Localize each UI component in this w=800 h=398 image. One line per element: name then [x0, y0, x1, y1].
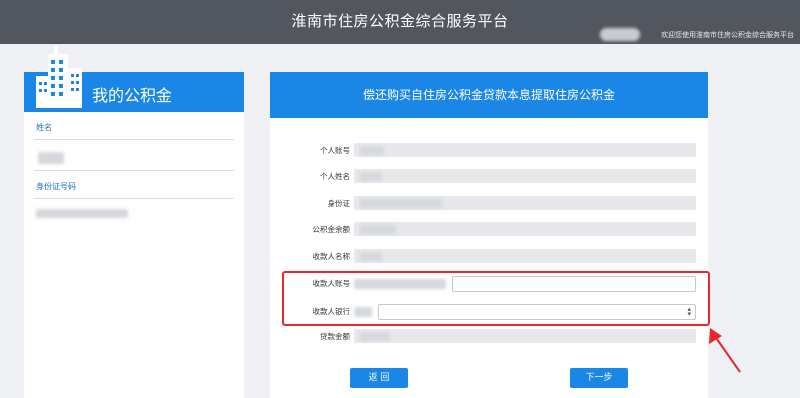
- personal-account-field: [354, 143, 696, 157]
- top-bar: 淮南市住房公积金综合服务平台 欢迎您使用淮南市住房公积金综合服务平台: [0, 0, 800, 44]
- loan-amount-field: [354, 329, 696, 343]
- divider: [34, 139, 234, 140]
- fund-balance-row: 公积金余额: [270, 222, 708, 238]
- field-label: 身份证: [327, 199, 351, 208]
- divider: [34, 170, 234, 171]
- sidebar: 我的公积金 姓名 身份证号码: [24, 46, 244, 398]
- sidebar-name-value: [38, 152, 64, 164]
- field-label: 公积金余额: [312, 225, 351, 234]
- payee-name-row: 收款人名称: [270, 249, 708, 265]
- sidebar-name-label: 姓名: [36, 123, 52, 132]
- sidebar-header: 我的公积金: [24, 46, 244, 112]
- field-value: [360, 332, 390, 341]
- field-label: 个人姓名: [320, 172, 350, 181]
- personal-name-field: [354, 169, 696, 183]
- field-value: [360, 199, 442, 208]
- field-value: [360, 225, 396, 234]
- id-card-row: 身份证: [270, 196, 708, 212]
- field-label: 收款人名称: [312, 252, 351, 261]
- field-label: 贷款金额: [320, 332, 350, 341]
- building-icon: [36, 46, 82, 108]
- sidebar-id-value: [36, 209, 128, 218]
- form-panel: 偿还购买自住房公积金贷款本息提取住房公积金 个人账号 个人姓名 身份证 公积金余…: [270, 72, 708, 398]
- user-avatar: [600, 28, 640, 41]
- form-title: 偿还购买自住房公积金贷款本息提取住房公积金: [270, 72, 708, 118]
- field-value: [360, 172, 382, 181]
- next-button[interactable]: 下一步: [570, 368, 628, 388]
- personal-account-row: 个人账号: [270, 143, 708, 159]
- loan-amount-row: 贷款金额: [270, 329, 708, 345]
- field-value: [360, 146, 384, 155]
- welcome-text: 欢迎您使用淮南市住房公积金综合服务平台: [661, 31, 794, 39]
- annotation-arrow-icon: [709, 328, 741, 373]
- field-value: [360, 252, 382, 261]
- divider: [34, 198, 234, 199]
- payee-name-field: [354, 249, 696, 263]
- back-button[interactable]: 返 回: [350, 368, 408, 388]
- field-label: 个人账号: [320, 146, 350, 155]
- highlight-box: [282, 271, 710, 326]
- fund-balance-field: [354, 222, 696, 236]
- page-title: 淮南市住房公积金综合服务平台: [291, 12, 509, 30]
- sidebar-title: 我的公积金: [92, 86, 173, 105]
- sidebar-id-label: 身份证号码: [36, 182, 76, 191]
- personal-name-row: 个人姓名: [270, 169, 708, 185]
